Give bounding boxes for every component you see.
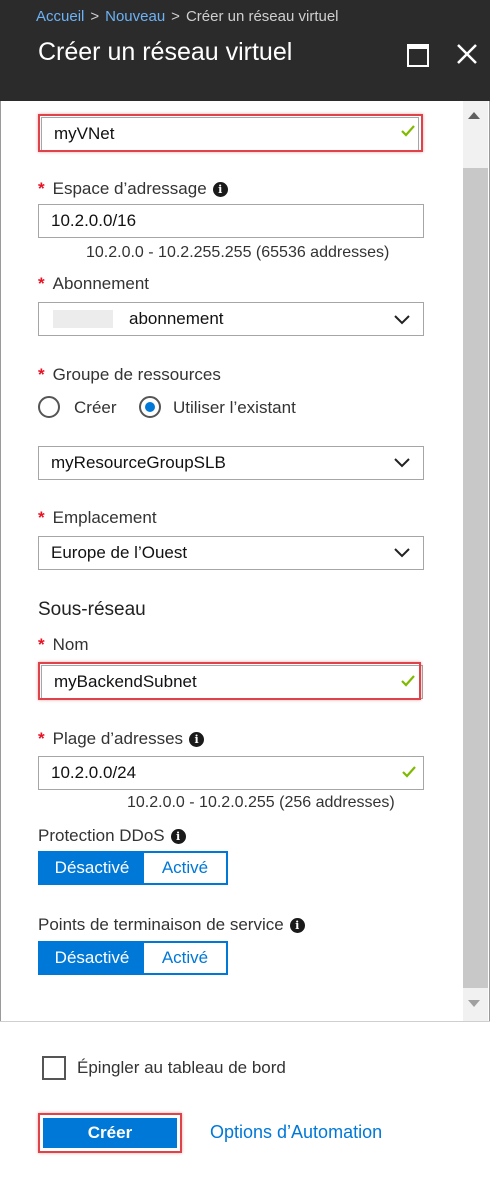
chevron-down-icon[interactable]: [394, 458, 410, 468]
ddos-off-option[interactable]: Désactivé: [40, 853, 144, 883]
breadcrumb-separator: >: [171, 8, 180, 25]
radio-selected-dot: [145, 402, 155, 412]
info-icon[interactable]: i: [212, 182, 228, 197]
breadcrumb-separator: >: [90, 8, 100, 25]
subnet-name-label: * Nom: [38, 635, 89, 654]
location-label: * Emplacement: [38, 508, 157, 527]
subnet-section-title: Sous-réseau: [38, 599, 146, 620]
ddos-label: Protection DDoS i: [38, 826, 186, 846]
highlight-box: [38, 1113, 182, 1153]
service-endpoints-on-option[interactable]: Activé: [144, 943, 226, 973]
address-space-hint: 10.2.0.0 - 10.2.255.255 (65536 addresses…: [86, 244, 390, 261]
service-endpoints-label: Points de terminaison de service i: [38, 915, 305, 935]
address-space-label: * Espace d’adressage i: [38, 179, 228, 199]
scroll-up-arrow-icon[interactable]: [468, 112, 480, 119]
resource-group-select[interactable]: myResourceGroupSLB: [38, 446, 424, 480]
subscription-select[interactable]: abonnement: [38, 302, 424, 336]
close-icon[interactable]: [455, 42, 479, 66]
breadcrumb: Accueil > Nouveau > Créer un réseau virtuel: [36, 8, 339, 25]
breadcrumb-new[interactable]: Nouveau: [105, 8, 165, 25]
scroll-down-arrow-icon[interactable]: [468, 1000, 480, 1007]
blade-header: Accueil > Nouveau > Créer un réseau virtuel …: [0, 0, 490, 101]
breadcrumb-current: Créer un réseau virtuel: [185, 8, 339, 25]
pin-to-dashboard-label: Épingler au tableau de bord: [77, 1058, 286, 1077]
radio-use-existing[interactable]: [139, 396, 161, 418]
location-select[interactable]: Europe de l’Ouest: [38, 536, 424, 570]
subscription-value: abonnement: [129, 309, 224, 328]
info-icon[interactable]: i: [189, 732, 205, 747]
radio-use-existing-label: Utiliser l’existant: [173, 398, 296, 417]
chevron-down-icon[interactable]: [394, 315, 410, 325]
info-icon[interactable]: i: [289, 918, 305, 933]
maximize-icon[interactable]: [407, 42, 431, 67]
pin-to-dashboard-checkbox[interactable]: [42, 1056, 66, 1080]
blade-footer: [0, 1021, 490, 1190]
address-range-hint: 10.2.0.0 - 10.2.0.255 (256 addresses): [127, 794, 395, 811]
redacted-subscription-id: [53, 310, 113, 328]
address-range-label: * Plage d’adresses i: [38, 729, 205, 749]
checkmark-icon: [402, 766, 416, 778]
ddos-on-option[interactable]: Activé: [144, 853, 226, 883]
breadcrumb-home[interactable]: Accueil: [36, 8, 84, 25]
info-icon[interactable]: i: [170, 829, 186, 844]
radio-create[interactable]: [38, 396, 60, 418]
subscription-label: * Abonnement: [38, 274, 150, 293]
scrollbar-thumb[interactable]: [463, 168, 488, 988]
radio-create-label: Créer: [74, 398, 117, 417]
highlight-box: [38, 114, 423, 152]
highlight-box: [38, 662, 421, 700]
automation-options-link[interactable]: Options d’Automation: [210, 1122, 382, 1143]
service-endpoints-toggle[interactable]: Désactivé Activé: [38, 941, 228, 975]
page-title: Créer un réseau virtuel: [38, 38, 293, 66]
service-endpoints-off-option[interactable]: Désactivé: [40, 943, 144, 973]
address-space-input[interactable]: 10.2.0.0/16: [38, 204, 424, 238]
address-range-input[interactable]: 10.2.0.0/24: [38, 756, 424, 790]
ddos-toggle[interactable]: Désactivé Activé: [38, 851, 228, 885]
resource-group-label: * Groupe de ressources: [38, 365, 221, 384]
chevron-down-icon[interactable]: [394, 548, 410, 558]
